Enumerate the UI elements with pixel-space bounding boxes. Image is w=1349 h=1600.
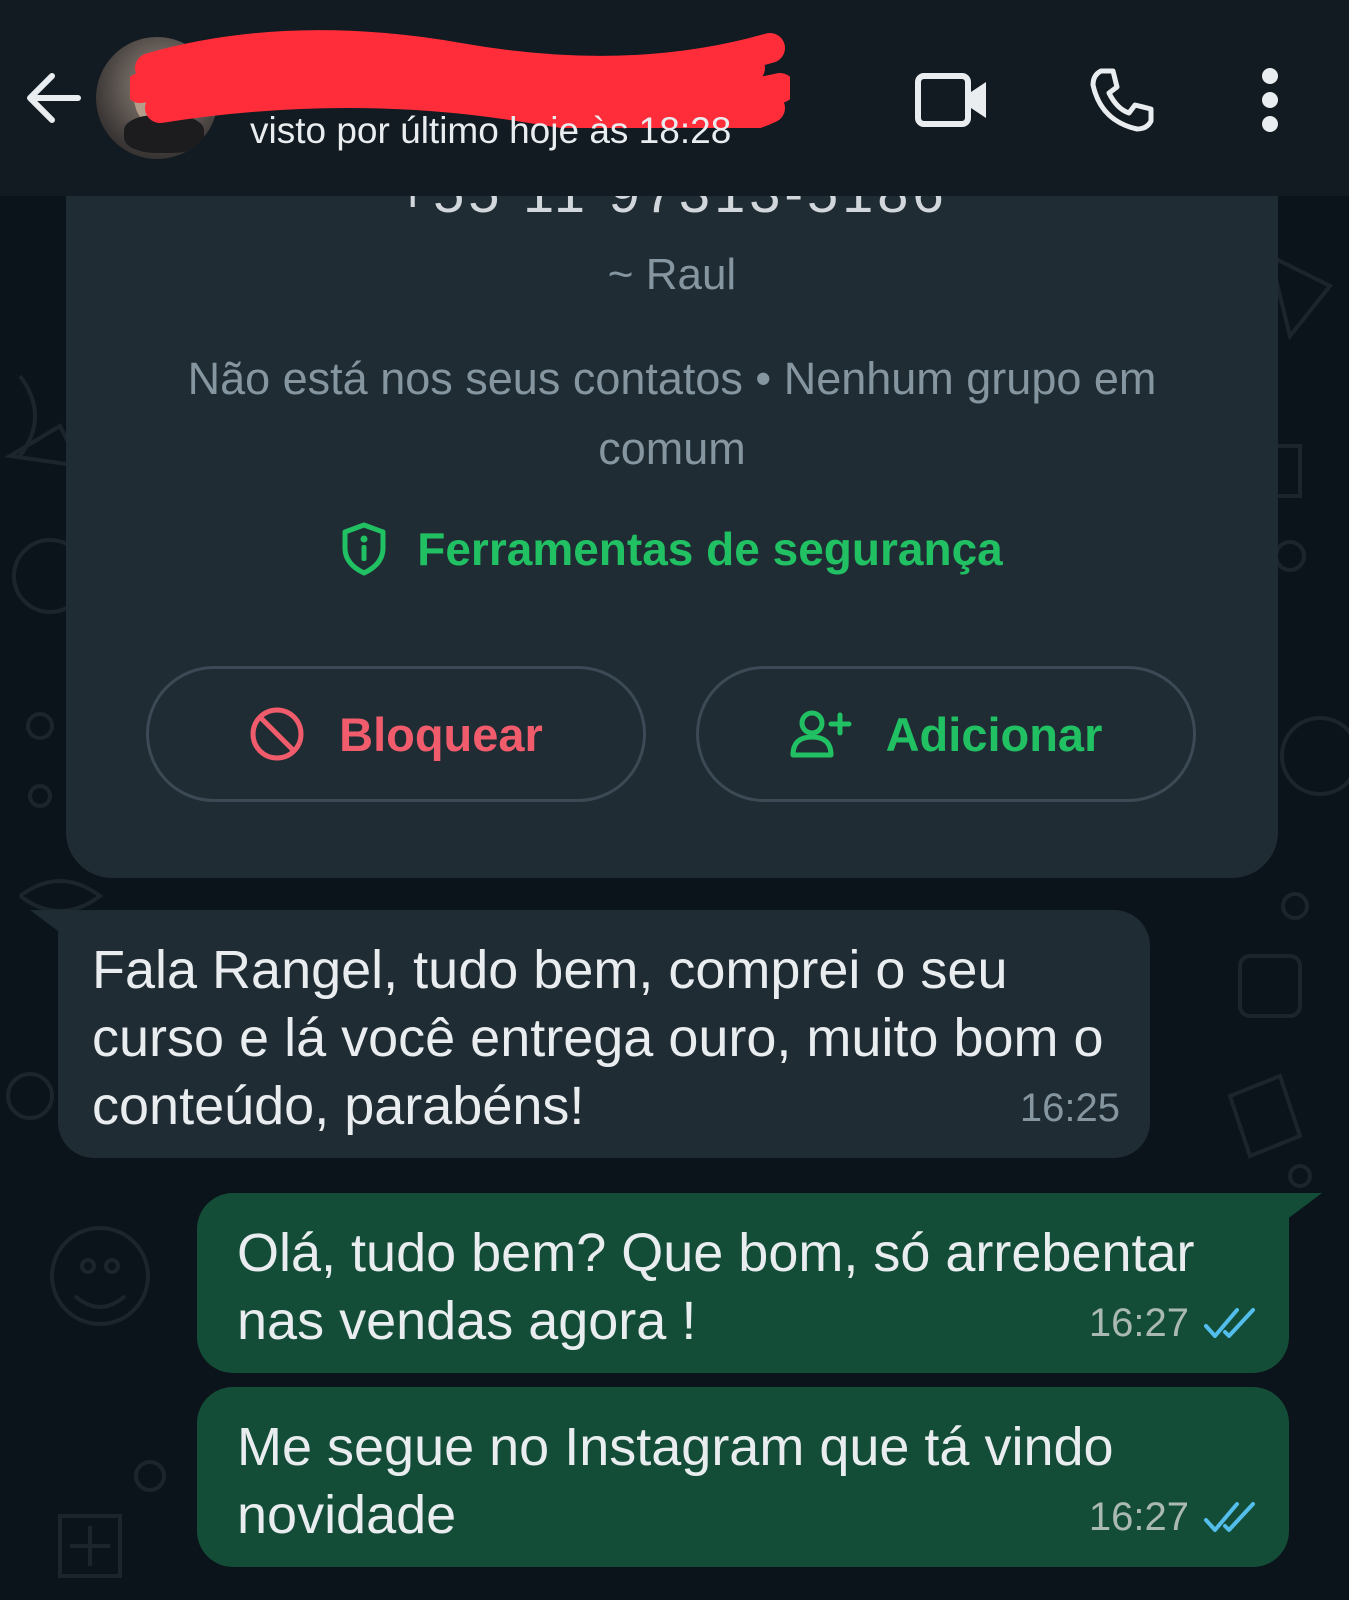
voice-call-button[interactable]	[1082, 60, 1162, 140]
contact-push-name: ~ Raul	[607, 250, 737, 299]
add-contact-label: Adicionar	[885, 707, 1103, 761]
message-meta: 16:27	[1089, 1289, 1259, 1357]
shield-icon	[342, 522, 386, 576]
outgoing-message[interactable]: Olá, tudo bem? Que bom, só arrebentar na…	[197, 1193, 1289, 1373]
message-meta: 16:25	[1020, 1074, 1120, 1142]
phone-icon	[1090, 68, 1154, 132]
arrow-left-icon	[27, 73, 81, 123]
double-check-icon	[1204, 1502, 1255, 1532]
outgoing-message[interactable]: Me segue no Instagram que tá vindo novid…	[197, 1387, 1289, 1567]
video-call-button[interactable]	[912, 60, 992, 140]
message-meta: 16:27	[1089, 1483, 1259, 1551]
block-label: Bloquear	[339, 707, 543, 761]
add-contact-button[interactable]: Adicionar	[696, 666, 1196, 802]
safety-tools-label: Ferramentas de segurança	[417, 523, 1003, 575]
double-check-icon	[1204, 1308, 1255, 1338]
last-seen-status: visto por último hoje às 18:28	[250, 110, 732, 151]
unknown-contact-card: +55 11 97313-5186 ~ Raul Não está nos se…	[66, 150, 1278, 878]
incoming-message[interactable]: Fala Rangel, tudo bem, comprei o seu cur…	[58, 910, 1150, 1158]
more-options-button[interactable]	[1230, 60, 1310, 140]
message-text: Fala Rangel, tudo bem, comprei o seu cur…	[92, 940, 1104, 1136]
message-time: 16:25	[1019, 1086, 1120, 1130]
three-dots-vertical-icon	[1262, 68, 1278, 132]
block-button[interactable]: Bloquear	[146, 666, 646, 802]
add-person-icon	[790, 710, 852, 758]
message-time: 16:27	[1088, 1495, 1189, 1539]
chat-header: +55 11 97313-5186 visto por último hoje …	[0, 0, 1349, 196]
contact-relationship-status: Não está nos seus contatos • Nenhum grup…	[187, 353, 1157, 474]
block-icon	[250, 707, 304, 761]
message-time: 16:27	[1088, 1301, 1189, 1345]
safety-tools-link[interactable]: Ferramentas de segurança	[66, 522, 1278, 576]
video-camera-icon	[915, 73, 986, 127]
back-button[interactable]	[22, 66, 86, 130]
